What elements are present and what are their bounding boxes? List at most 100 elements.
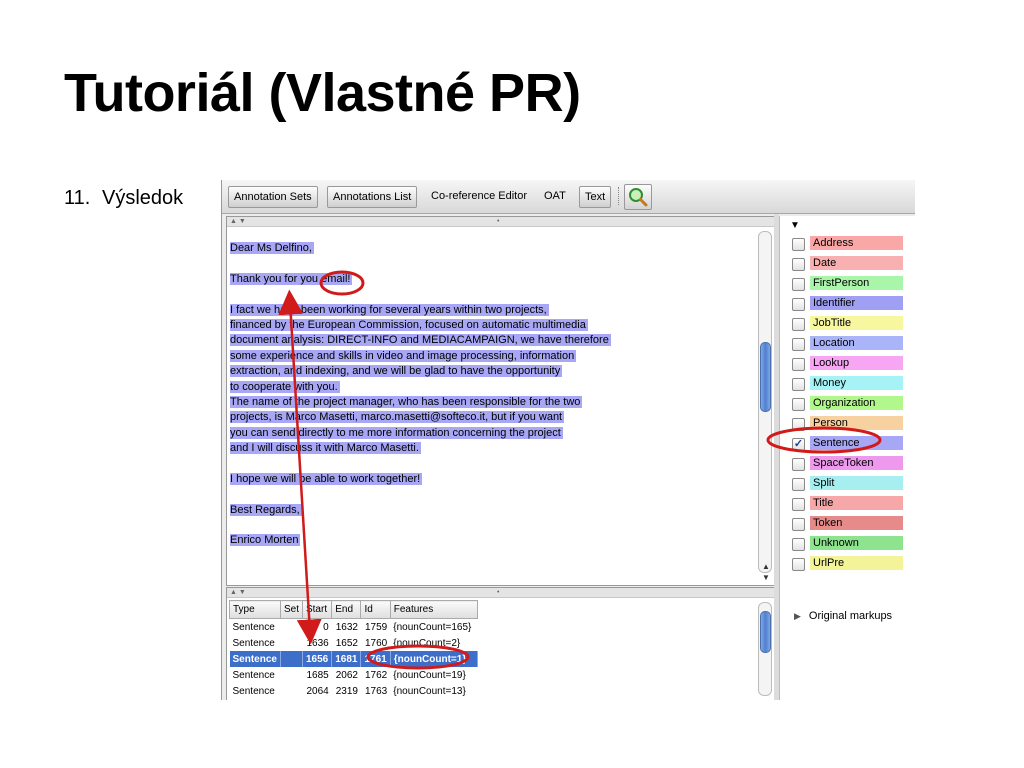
table-cell (280, 619, 302, 636)
type-checkbox[interactable] (792, 478, 805, 491)
table-cell: {nounCount=13} (393, 685, 466, 697)
column-header[interactable]: Type (229, 600, 281, 619)
type-item-token[interactable]: Token (792, 516, 904, 532)
table-cell (280, 683, 302, 699)
sentence-highlight: extraction, and indexing, and we will be… (230, 365, 563, 378)
document-text-pane[interactable]: ▲ ▼ • Dear Ms Delfino, Thank you for you e… (226, 216, 776, 586)
slide-title: Tutoriál (Vlastné PR) (64, 63, 581, 123)
annotation-types-panel: ▼ Address Date FirstPerson Identifier JobTit… (779, 216, 915, 700)
type-checkbox[interactable]: ✓ (792, 438, 805, 451)
scroll-down-icon[interactable]: ▼ (760, 572, 772, 583)
document-line: I hope we will be able to work together! (230, 472, 750, 487)
text-scrollbar[interactable] (758, 231, 772, 573)
table-cell: Sentence (232, 685, 275, 697)
type-checkbox[interactable] (792, 398, 805, 411)
scroll-up-icon[interactable]: ▲ (760, 561, 772, 572)
type-checkbox[interactable] (792, 238, 805, 251)
type-item-address[interactable]: Address (792, 236, 904, 252)
type-item-organization[interactable]: Organization (792, 396, 904, 412)
table-cell: 1763 (364, 685, 388, 697)
type-checkbox[interactable] (792, 298, 805, 311)
column-header[interactable]: Set (279, 600, 303, 619)
pane-header: ▲ ▼ • (227, 217, 775, 227)
step-text: Výsledok (102, 187, 184, 209)
type-checkbox[interactable] (792, 278, 805, 291)
type-item-money[interactable]: Money (792, 376, 904, 392)
table-cell: 1632 (335, 621, 358, 633)
sentence-highlight: you can send directly to me more informa… (230, 426, 563, 439)
type-checkbox[interactable] (792, 318, 805, 331)
type-item-identifier[interactable]: Identifier (792, 296, 904, 312)
step-item: 11. Výsledok (64, 187, 183, 210)
text-scrollbar-thumb[interactable] (760, 342, 771, 412)
type-item-sentence[interactable]: ✓ Sentence (792, 436, 904, 452)
table-cell: {nounCount=2} (393, 637, 461, 649)
type-item-unknown[interactable]: Unknown (792, 536, 904, 552)
sentence-highlight: some experience and skills in video and … (230, 349, 577, 362)
type-label: Token (810, 516, 903, 530)
coreference-editor-button[interactable]: Co-reference Editor (431, 186, 527, 206)
document-line: extraction, and indexing, and we will be… (230, 364, 750, 379)
type-checkbox[interactable] (792, 498, 805, 511)
column-header[interactable]: Features (389, 600, 478, 619)
type-label: SpaceToken (810, 456, 903, 470)
type-item-title[interactable]: Title (792, 496, 904, 512)
sentence-highlight: Enrico Morten (230, 534, 301, 547)
oat-button[interactable]: OAT (544, 186, 566, 206)
table-scrollbar[interactable] (758, 602, 772, 696)
type-checkbox[interactable] (792, 518, 805, 531)
table-row[interactable]: Sentence 1636 1652 1760 {nounCount=2} (230, 635, 478, 651)
column-header[interactable]: Id (360, 600, 391, 619)
type-checkbox[interactable] (792, 378, 805, 391)
annotation-sets-button[interactable]: Annotation Sets (228, 186, 318, 208)
toolbar-separator (618, 187, 621, 205)
column-header[interactable]: Start (301, 600, 333, 619)
type-item-date[interactable]: Date (792, 256, 904, 272)
expand-triangle-icon[interactable]: ▼ (790, 220, 800, 231)
type-checkbox[interactable] (792, 338, 805, 351)
type-checkbox[interactable] (792, 458, 805, 471)
sentence-highlight: I fact we have been working for several … (230, 303, 549, 316)
type-label: Sentence (810, 436, 903, 450)
table-row[interactable]: Sentence 2064 2319 1763 {nounCount=13} (230, 683, 478, 699)
type-item-firstperson[interactable]: FirstPerson (792, 276, 904, 292)
type-checkbox[interactable] (792, 538, 805, 551)
document-line: to cooperate with you. (230, 380, 750, 395)
table-row[interactable]: Sentence 1656 1681 1761 {nounCount=1} (229, 651, 478, 667)
table-scrollbar-thumb[interactable] (760, 611, 771, 653)
text-button[interactable]: Text (579, 186, 612, 208)
type-item-spacetoken[interactable]: SpaceToken (792, 456, 904, 472)
type-checkbox[interactable] (792, 558, 805, 571)
type-item-lookup[interactable]: Lookup (792, 356, 904, 372)
sentence-highlight: Best Regards, (230, 503, 302, 516)
type-label: Title (810, 496, 903, 510)
column-header[interactable]: End (331, 600, 362, 619)
document-line: you can send directly to me more informa… (230, 426, 750, 441)
type-checkbox[interactable] (792, 258, 805, 271)
type-checkbox[interactable] (792, 358, 805, 371)
table-cell: 1681 (331, 651, 362, 667)
table-cell: 1761 (360, 651, 391, 667)
sentence-highlight: Thank you for you email! (230, 272, 353, 285)
search-button[interactable] (624, 184, 652, 210)
original-markups-item[interactable]: ▶ Original markups (794, 610, 892, 622)
document-line: Best Regards, (230, 503, 750, 518)
type-item-person[interactable]: Person (792, 416, 904, 432)
annotations-list-button[interactable]: Annotations List (327, 186, 418, 208)
document-line: and I will discuss it with Marco Masetti… (230, 441, 750, 456)
type-item-split[interactable]: Split (792, 476, 904, 492)
type-item-jobtitle[interactable]: JobTitle (792, 316, 904, 332)
table-cell: 0 (323, 621, 329, 633)
sentence-highlight: and I will discuss it with Marco Masetti… (230, 442, 421, 455)
type-item-urlpre[interactable]: UrlPre (792, 556, 904, 572)
type-checkbox[interactable] (792, 418, 805, 431)
table-row[interactable]: Sentence 1685 2062 1762 {nounCount=19} (230, 667, 478, 683)
type-item-location[interactable]: Location (792, 336, 904, 352)
pane-header: ▲ ▼ • (227, 588, 775, 598)
annotations-list-pane: ▲ ▼ • Type Set Start End Id Features Sentence 0… (226, 587, 776, 700)
document-line: some experience and skills in video and … (230, 349, 750, 364)
table-row[interactable]: Sentence 0 1632 1759 {nounCount=165} (230, 619, 478, 636)
